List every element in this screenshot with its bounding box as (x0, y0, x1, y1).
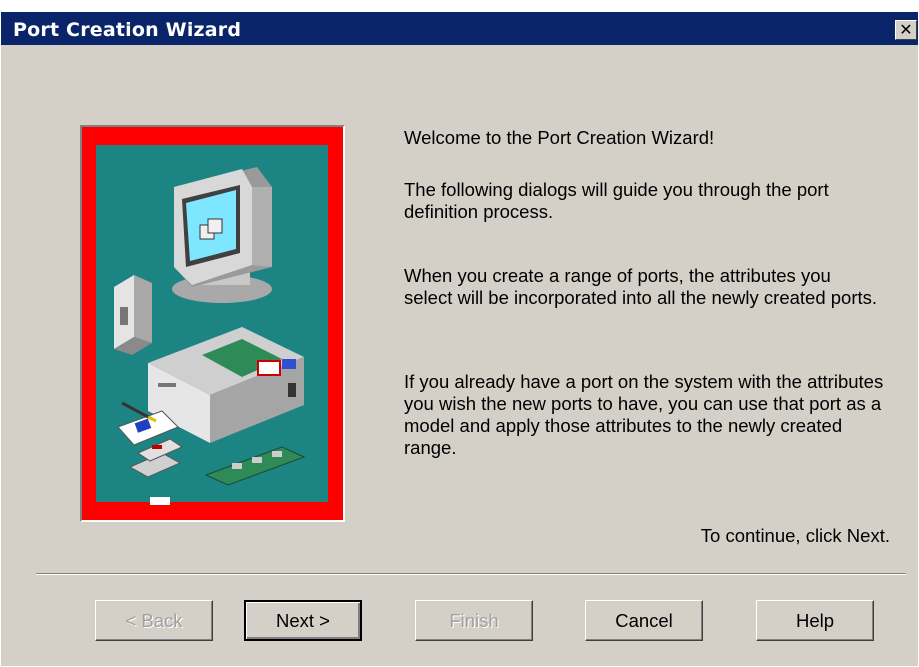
help-button[interactable]: Help (756, 600, 874, 641)
close-icon: ✕ (899, 20, 913, 39)
cancel-button[interactable]: Cancel (585, 600, 703, 641)
wizard-illustration (80, 125, 345, 522)
computer-monitor-icon (172, 167, 272, 303)
range-paragraph: When you create a range of ports, the at… (404, 265, 878, 308)
button-separator (36, 573, 906, 575)
next-button[interactable]: Next > (244, 600, 362, 641)
welcome-heading: Welcome to the Port Creation Wizard! (404, 127, 715, 148)
model-paragraph: If you already have a port on the system… (404, 371, 884, 458)
modem-icon (114, 275, 152, 355)
title-bar[interactable]: Port Creation Wizard ✕ (1, 1, 918, 45)
close-button[interactable]: ✕ (895, 20, 917, 40)
window-title: Port Creation Wizard (13, 19, 242, 41)
continue-hint: To continue, click Next. (700, 525, 890, 546)
finish-button[interactable]: Finish (415, 600, 533, 641)
back-button[interactable]: < Back (95, 600, 213, 641)
hardware-illustration (82, 127, 343, 520)
wizard-dialog: Port Creation Wizard ✕ Welcome to the Po… (0, 0, 919, 667)
intro-paragraph: The following dialogs will guide you thr… (404, 179, 829, 222)
